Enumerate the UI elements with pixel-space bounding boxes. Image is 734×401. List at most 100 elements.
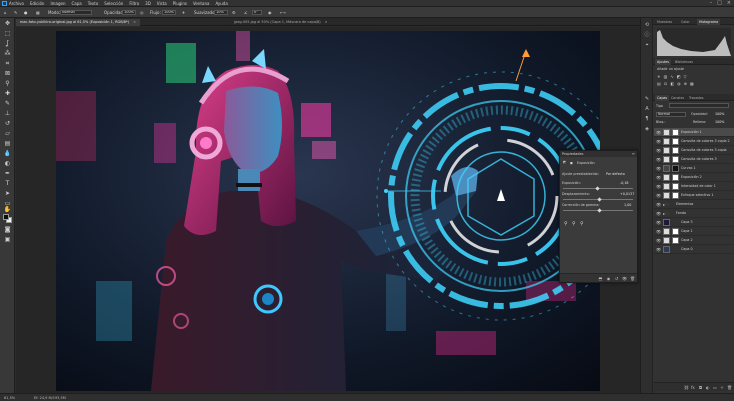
eye-icon[interactable]: 👁 bbox=[656, 166, 661, 171]
eye-icon[interactable]: 👁 bbox=[656, 148, 661, 153]
character-panel-icon[interactable]: A bbox=[644, 106, 650, 112]
photo-filter-icon[interactable]: ◍ bbox=[677, 81, 681, 86]
eraser-tool-icon[interactable]: ▱ bbox=[3, 130, 12, 138]
new-layer-icon[interactable]: ＋ bbox=[720, 385, 724, 391]
properties-panel[interactable]: Propiedades ≡ ◩ ◼ Exposición Ajuste pree… bbox=[559, 150, 638, 283]
menu-imagen[interactable]: Imagen bbox=[50, 1, 65, 6]
layer-row[interactable]: 👁 Exposición 1 bbox=[654, 128, 734, 137]
tab-document-2[interactable]: jpeg-005.jpg al 50% (Capa 1, Máscara de … bbox=[230, 19, 332, 26]
black-white-icon[interactable]: ◧ bbox=[670, 81, 674, 86]
navigator-panel-icon[interactable]: ⌖ bbox=[644, 42, 650, 48]
document-info[interactable]: Ef: 24,9 M/193,5M bbox=[34, 395, 66, 401]
menu-archivo[interactable]: Archivo bbox=[9, 1, 24, 6]
eye-icon[interactable]: 👁 bbox=[656, 139, 661, 144]
smoothing-options-icon[interactable]: ⚙ bbox=[232, 10, 236, 15]
layer-filter-icons[interactable] bbox=[669, 103, 729, 108]
exposure-icon[interactable]: ◩ bbox=[677, 74, 681, 79]
mask-icon[interactable]: ◼ bbox=[570, 161, 573, 165]
eye-icon[interactable]: 👁 bbox=[656, 130, 661, 135]
mode-select[interactable]: Normal bbox=[60, 10, 92, 15]
eye-icon[interactable]: 👁 bbox=[656, 184, 661, 189]
eye-icon[interactable]: 👁 bbox=[656, 247, 661, 252]
layer-row[interactable]: 👁 Intensidad de color 1 bbox=[654, 182, 734, 191]
brush-preset-icon[interactable]: ● bbox=[24, 10, 28, 15]
brush-tool-icon[interactable]: ✎ bbox=[3, 100, 12, 108]
pen-tool-icon[interactable]: ✒ bbox=[3, 170, 12, 178]
screen-mode-icon[interactable]: ▣ bbox=[3, 236, 12, 244]
maximize-icon[interactable]: □ bbox=[717, 0, 722, 7]
reset-icon[interactable]: ↺ bbox=[614, 276, 619, 281]
offset-slider-knob[interactable] bbox=[597, 197, 602, 202]
marquee-tool-icon[interactable]: ⬚ bbox=[3, 30, 12, 38]
visibility-icon[interactable]: 👁 bbox=[622, 276, 627, 281]
crop-tool-icon[interactable]: ⌗ bbox=[3, 60, 12, 68]
document-image[interactable] bbox=[56, 31, 600, 391]
layer-mask-thumbnail[interactable] bbox=[672, 129, 679, 136]
foreground-color-swatch[interactable] bbox=[3, 214, 9, 220]
layer-mask-thumbnail[interactable] bbox=[672, 147, 679, 154]
layer-row[interactable]: 👁 Enfoque selectivo 1 bbox=[654, 191, 734, 200]
opacity-input[interactable]: 100% bbox=[122, 10, 136, 15]
layer-row[interactable]: 👁 Capa 0 bbox=[654, 245, 734, 254]
tab-trazados[interactable]: Trazados bbox=[687, 95, 705, 101]
canvas-area[interactable] bbox=[16, 27, 640, 393]
frame-tool-icon[interactable]: ⊠ bbox=[3, 70, 12, 78]
eye-icon[interactable]: 👁 bbox=[656, 211, 661, 216]
layer-row[interactable]: 👁 Capa 3 bbox=[654, 218, 734, 227]
menu-plugins[interactable]: Plugins bbox=[173, 1, 187, 6]
photoshop-logo-icon[interactable] bbox=[2, 1, 7, 6]
airbrush-icon[interactable]: ✈ bbox=[182, 10, 185, 15]
hand-tool-icon[interactable]: ✋ bbox=[3, 206, 12, 214]
layer-opacity-value[interactable]: 100% bbox=[715, 112, 724, 116]
quick-mask-icon[interactable]: ◙ bbox=[3, 226, 12, 234]
clip-to-layer-icon[interactable]: ⬒ bbox=[598, 276, 603, 281]
folder-icon[interactable]: ▸🗀 bbox=[663, 202, 669, 209]
layer-mask-thumbnail[interactable] bbox=[672, 192, 679, 199]
minimize-icon[interactable]: – bbox=[710, 0, 713, 7]
eyedropper-gray-icon[interactable]: ⚲ bbox=[572, 221, 576, 227]
history-panel-icon[interactable]: ⟲ bbox=[644, 22, 650, 28]
gamma-value[interactable]: 1,00 bbox=[624, 203, 631, 207]
zoom-level[interactable]: 61,5% bbox=[4, 395, 15, 401]
tab-bibliotecas[interactable]: Bibliotecas bbox=[673, 59, 695, 65]
paragraph-panel-icon[interactable]: ¶ bbox=[644, 116, 650, 122]
curves-icon[interactable]: ∿ bbox=[670, 74, 673, 79]
offset-value[interactable]: +0,0137 bbox=[620, 192, 634, 196]
healing-brush-tool-icon[interactable]: ✚ bbox=[3, 90, 12, 98]
layer-row[interactable]: 👁 Consulta de colores 3 copia 2 bbox=[654, 137, 734, 146]
pressure-opacity-icon[interactable]: ◎ bbox=[140, 10, 144, 15]
layer-row[interactable]: 👁 Exposición 2 bbox=[654, 173, 734, 182]
lasso-tool-icon[interactable]: ʆ bbox=[3, 40, 12, 48]
layer-row[interactable]: 👁 Capa 2 bbox=[654, 236, 734, 245]
layer-row[interactable]: 👁 Consulta de colores 3 bbox=[654, 155, 734, 164]
menu-seleccion[interactable]: Selección bbox=[104, 1, 123, 6]
menu-filtro[interactable]: Filtro bbox=[129, 1, 139, 6]
blur-tool-icon[interactable]: 💧 bbox=[3, 150, 12, 158]
menu-3d[interactable]: 3D bbox=[145, 1, 151, 6]
menu-ayuda[interactable]: Ayuda bbox=[215, 1, 227, 6]
clone-stamp-tool-icon[interactable]: ⊥ bbox=[3, 110, 12, 118]
brushes-panel-icon[interactable]: ✎ bbox=[644, 96, 650, 102]
brightness-icon[interactable]: ☀ bbox=[657, 74, 661, 79]
close-tab-icon[interactable]: × bbox=[133, 20, 136, 24]
eye-icon[interactable]: 👁 bbox=[656, 157, 661, 162]
close-window-icon[interactable]: × bbox=[727, 0, 731, 7]
layer-row[interactable]: 👁 Consulta de colores 3 copia bbox=[654, 146, 734, 155]
pressure-size-icon[interactable]: ◉ bbox=[268, 10, 272, 15]
color-balance-icon[interactable]: ⚖ bbox=[664, 81, 668, 86]
layer-row[interactable]: 👁 ▸🗀 Fondo bbox=[654, 209, 734, 218]
close-tab-icon[interactable]: × bbox=[325, 20, 328, 24]
delete-icon[interactable]: 🗑 bbox=[630, 276, 635, 281]
exposure-value[interactable]: -0,18 bbox=[620, 181, 629, 185]
layer-mask-thumbnail[interactable] bbox=[672, 138, 679, 145]
layer-mask-thumbnail[interactable] bbox=[672, 183, 679, 190]
tab-document-1[interactable]: mac-foto-yukihiro-original.jpg al 61,5% … bbox=[16, 19, 141, 26]
tab-ajustes[interactable]: Ajustes bbox=[655, 59, 672, 65]
new-adjustment-icon[interactable]: ◐ bbox=[706, 385, 710, 390]
menu-texto[interactable]: Texto bbox=[88, 1, 99, 6]
layer-mask-thumbnail[interactable] bbox=[672, 165, 679, 172]
tab-color[interactable]: Color bbox=[679, 19, 692, 25]
delete-layer-icon[interactable]: 🗑 bbox=[727, 385, 732, 390]
fill-value[interactable]: 100% bbox=[715, 120, 724, 124]
tab-canales[interactable]: Canales bbox=[669, 95, 686, 101]
